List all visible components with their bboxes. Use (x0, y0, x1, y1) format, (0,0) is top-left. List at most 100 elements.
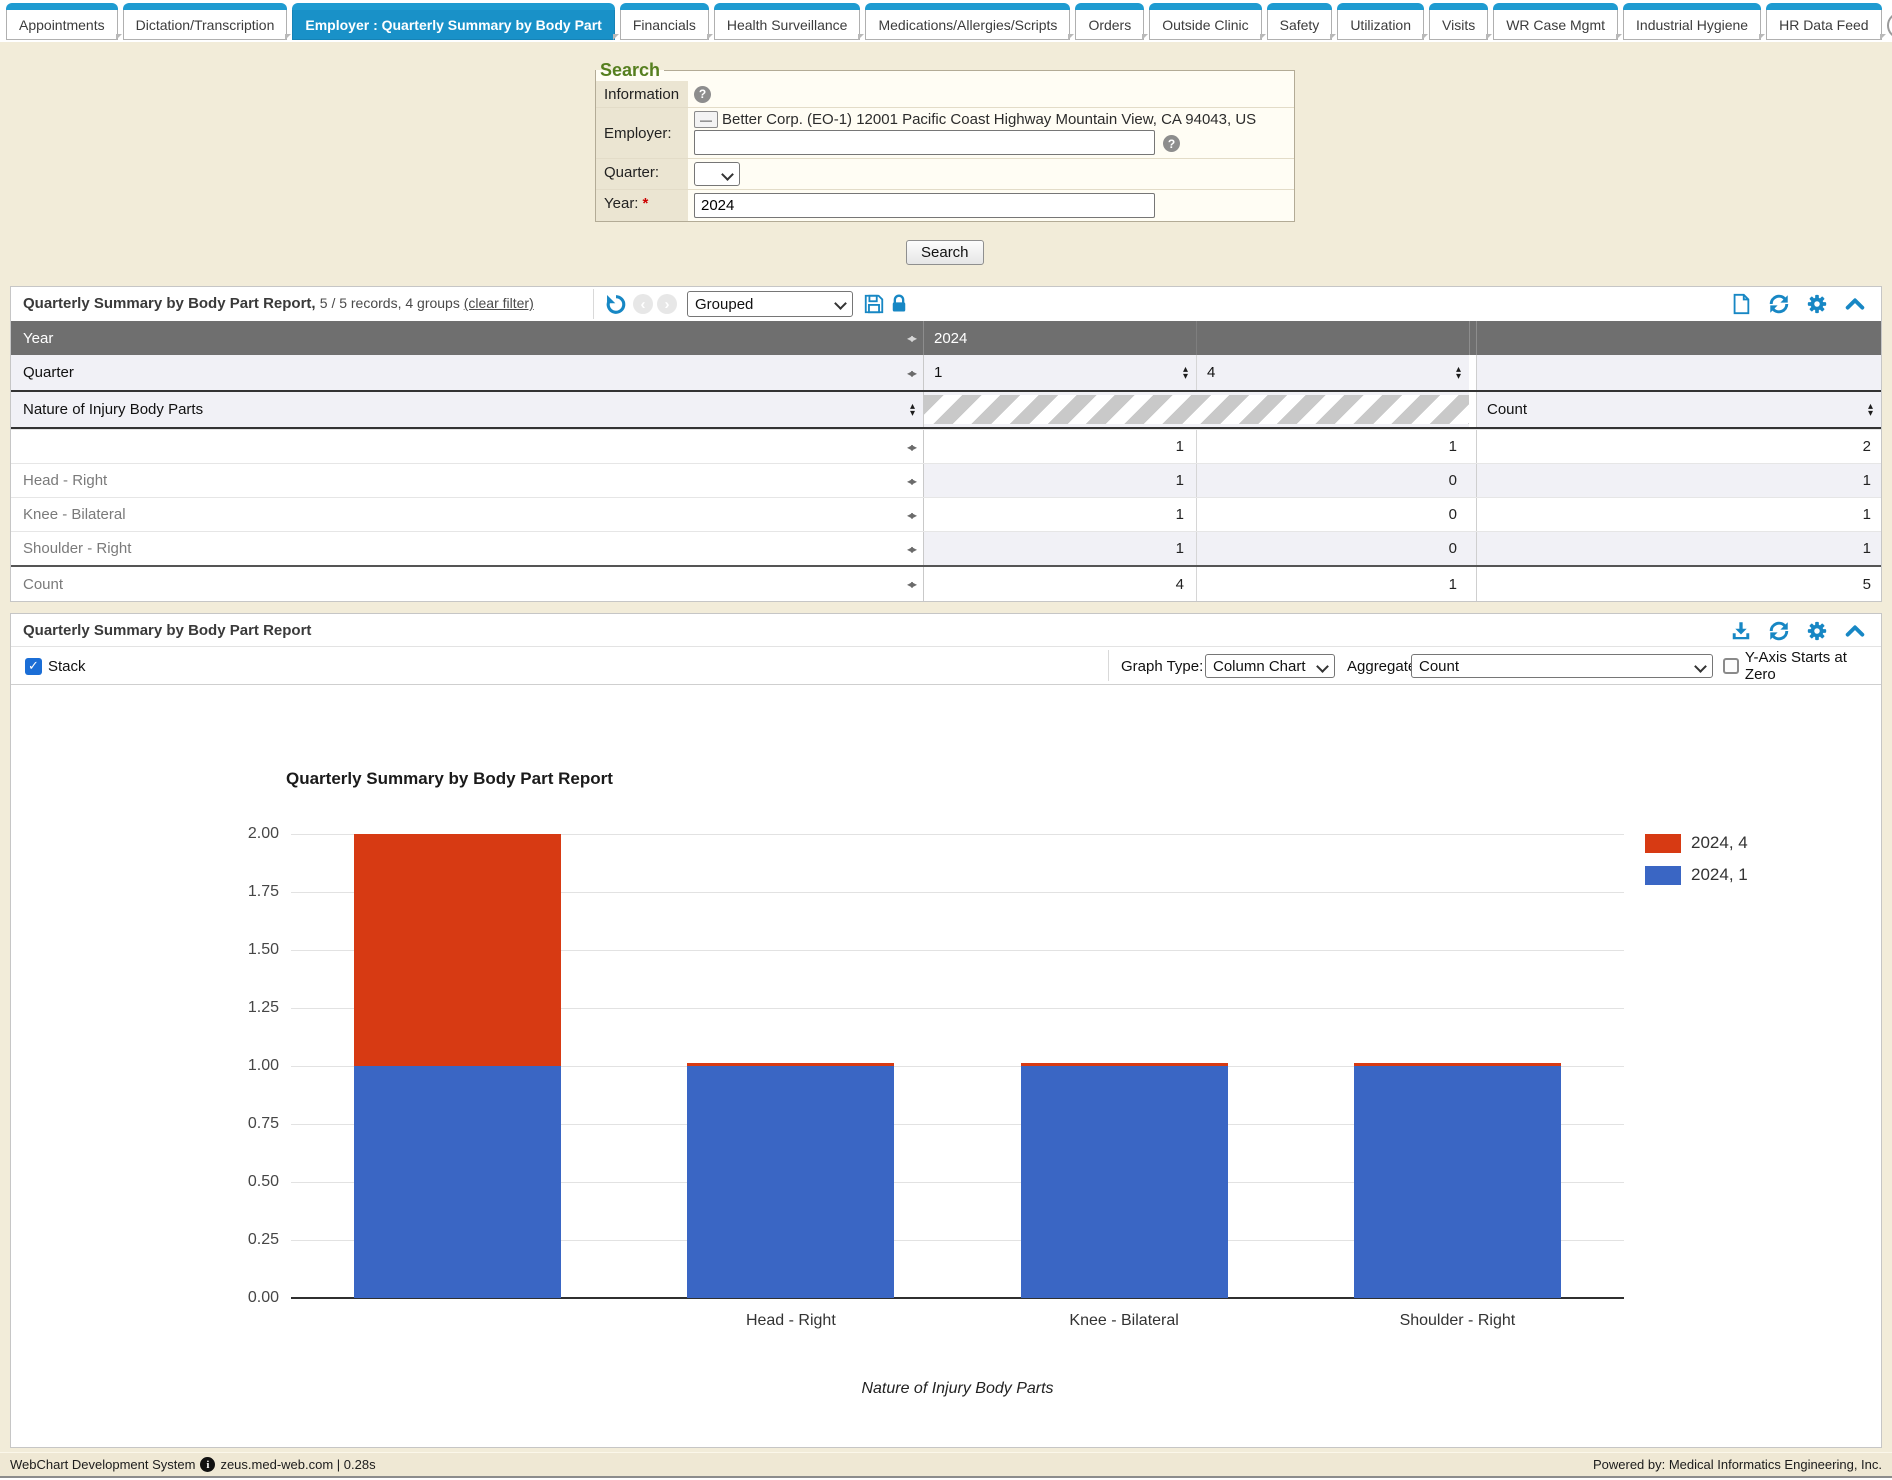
tab-visits[interactable]: Visits (1429, 10, 1488, 40)
sort-icon[interactable]: ▴▾ (1868, 403, 1873, 417)
aggregate-select[interactable]: Count (1411, 654, 1713, 678)
year-label: Year:* (596, 190, 688, 221)
legend-label: 2024, 1 (1691, 865, 1748, 885)
yaxis-zero-checkbox[interactable] (1723, 658, 1739, 674)
search-row-quarter: Quarter: (596, 159, 1294, 190)
cell-q4: 1 (1196, 567, 1469, 601)
move-columns-icon[interactable]: ◂▸ (907, 474, 915, 488)
report-chart-panel: Quarterly Summary by Body Part Report ✓ (10, 613, 1882, 1448)
gear-icon[interactable] (1805, 292, 1829, 316)
lock-icon[interactable] (889, 291, 909, 317)
tab-health-surveillance[interactable]: Health Surveillance (714, 10, 861, 40)
quarter-select[interactable] (694, 162, 740, 186)
search-row-employer: Employer: — Better Corp. (EO-1) 12001 Pa… (596, 108, 1294, 159)
move-columns-icon[interactable]: ◂▸ (907, 508, 915, 522)
next-page-icon[interactable]: › (657, 294, 677, 314)
save-icon[interactable] (861, 291, 887, 317)
sort-icon[interactable]: ▴▾ (1183, 366, 1188, 380)
collapse-panel-icon[interactable] (1843, 292, 1867, 316)
group-row-quarter: Quarter◂▸ 1▴▾ 4▴▾ (11, 355, 1881, 390)
table-row[interactable]: Knee - Bilateral◂▸ 1 0 1 (11, 497, 1881, 531)
chart-title: Quarterly Summary by Body Part Report (286, 769, 613, 789)
search-button[interactable]: Search (906, 240, 984, 265)
information-help-icon[interactable]: ? (694, 86, 711, 103)
header-row-nature: Nature of Injury Body Parts▴▾ Count▴▾ (11, 392, 1881, 427)
table-row[interactable]: Head - Right◂▸ 1 0 1 (11, 463, 1881, 497)
tab-industrial-hygiene[interactable]: Industrial Hygiene (1623, 10, 1761, 40)
quarter-col-1[interactable]: 1▴▾ (924, 355, 1196, 390)
tab-employer-quarterly-summary[interactable]: Employer : Quarterly Summary by Body Par… (292, 10, 614, 40)
count-column-header[interactable]: Count▴▾ (1476, 392, 1881, 427)
cell-q4: 0 (1196, 532, 1469, 565)
status-bar: WebChart Development System i zeus.med-w… (0, 1452, 1892, 1476)
cell-q1: 1 (924, 498, 1196, 531)
tab-utilization[interactable]: Utilization (1337, 10, 1424, 40)
graph-type-label: Graph Type: (1121, 658, 1203, 675)
move-columns-icon[interactable]: ◂▸ (907, 366, 915, 380)
y-tick-label: 1.00 (217, 1057, 279, 1075)
tab-outside-clinic[interactable]: Outside Clinic (1149, 10, 1261, 40)
search-section: Search Information ? Employer: — Better … (595, 60, 1295, 222)
yaxis-zero-label: Y-Axis Starts at Zero (1745, 649, 1881, 683)
undo-icon[interactable] (603, 291, 629, 317)
move-columns-icon[interactable]: ◂▸ (907, 542, 915, 556)
chart-bar-segment (687, 1066, 894, 1298)
table-row[interactable]: ◂▸ 1 1 2 (11, 429, 1881, 463)
tab-orders[interactable]: Orders (1075, 10, 1144, 40)
view-mode-select[interactable]: Grouped (687, 291, 853, 317)
legend-swatch (1645, 834, 1681, 853)
employer-selected-value: Better Corp. (EO-1) 12001 Pacific Coast … (722, 111, 1256, 128)
graph-type-select[interactable]: Column Chart (1205, 654, 1335, 678)
legend-swatch (1645, 866, 1681, 885)
group-row-year: Year◂▸ 2024 (11, 321, 1881, 355)
table-row[interactable]: Shoulder - Right◂▸ 1 0 1 (11, 531, 1881, 565)
tab-appointments[interactable]: Appointments (6, 10, 118, 40)
row-label: ◂▸ (11, 430, 924, 463)
tab-dictation-transcription[interactable]: Dictation/Transcription (123, 10, 288, 40)
info-icon[interactable]: i (200, 1457, 215, 1472)
chart-bar-segment (1021, 1063, 1228, 1066)
new-document-icon[interactable] (1729, 292, 1753, 316)
stack-checkbox[interactable]: ✓ (25, 658, 42, 675)
y-tick-label: 2.00 (217, 825, 279, 843)
footer-host: zeus.med-web.com | 0.28s (220, 1457, 375, 1472)
tab-hr-data-feed[interactable]: HR Data Feed (1766, 10, 1881, 40)
gear-icon[interactable] (1805, 619, 1829, 643)
table-row-total[interactable]: Count◂▸ 4 1 5 (11, 567, 1881, 601)
employer-search-input[interactable] (694, 130, 1155, 155)
chart-panel-header: Quarterly Summary by Body Part Report (11, 614, 1881, 647)
tab-financials[interactable]: Financials (620, 10, 709, 40)
refresh-icon[interactable] (1767, 619, 1791, 643)
download-icon[interactable] (1729, 619, 1753, 643)
employer-help-icon[interactable]: ? (1163, 135, 1180, 152)
quarter-col-4[interactable]: 4▴▾ (1196, 355, 1469, 390)
prev-page-icon[interactable]: ‹ (633, 294, 653, 314)
y-tick-label: 0.00 (217, 1289, 279, 1307)
cell-q1: 1 (924, 532, 1196, 565)
nature-column-header[interactable]: Nature of Injury Body Parts▴▾ (11, 392, 924, 427)
y-tick-label: 1.75 (217, 883, 279, 901)
records-count: 5 / 5 records, 4 groups (320, 295, 460, 311)
cell-count: 1 (1476, 498, 1881, 531)
year-input[interactable] (694, 193, 1155, 218)
report-table-panel: Quarterly Summary by Body Part Report, 5… (10, 286, 1882, 602)
sort-icon[interactable]: ▴▾ (910, 403, 915, 417)
tab-safety[interactable]: Safety (1267, 10, 1333, 40)
refresh-icon[interactable] (1767, 292, 1791, 316)
tab-wr-case-mgmt[interactable]: WR Case Mgmt (1493, 10, 1618, 40)
clear-filter-link[interactable]: (clear filter) (464, 295, 534, 311)
tab-medications-allergies-scripts[interactable]: Medications/Allergies/Scripts (865, 10, 1070, 40)
row-label: Shoulder - Right◂▸ (11, 532, 924, 565)
move-columns-icon[interactable]: ◂▸ (907, 440, 915, 454)
move-columns-icon[interactable]: ◂▸ (907, 577, 915, 591)
external-link-icon[interactable] (1887, 12, 1892, 39)
employer-label: Employer: (596, 108, 688, 158)
table-panel-header: Quarterly Summary by Body Part Report, 5… (11, 287, 1881, 321)
employer-collapse-button[interactable]: — (694, 111, 718, 128)
collapse-panel-icon[interactable] (1843, 619, 1867, 643)
y-tick-label: 0.25 (217, 1231, 279, 1249)
chart-bar-segment (687, 1063, 894, 1066)
sort-icon[interactable]: ▴▾ (1456, 366, 1461, 380)
information-label: Information (596, 81, 688, 107)
move-columns-icon[interactable]: ◂▸ (907, 331, 915, 345)
